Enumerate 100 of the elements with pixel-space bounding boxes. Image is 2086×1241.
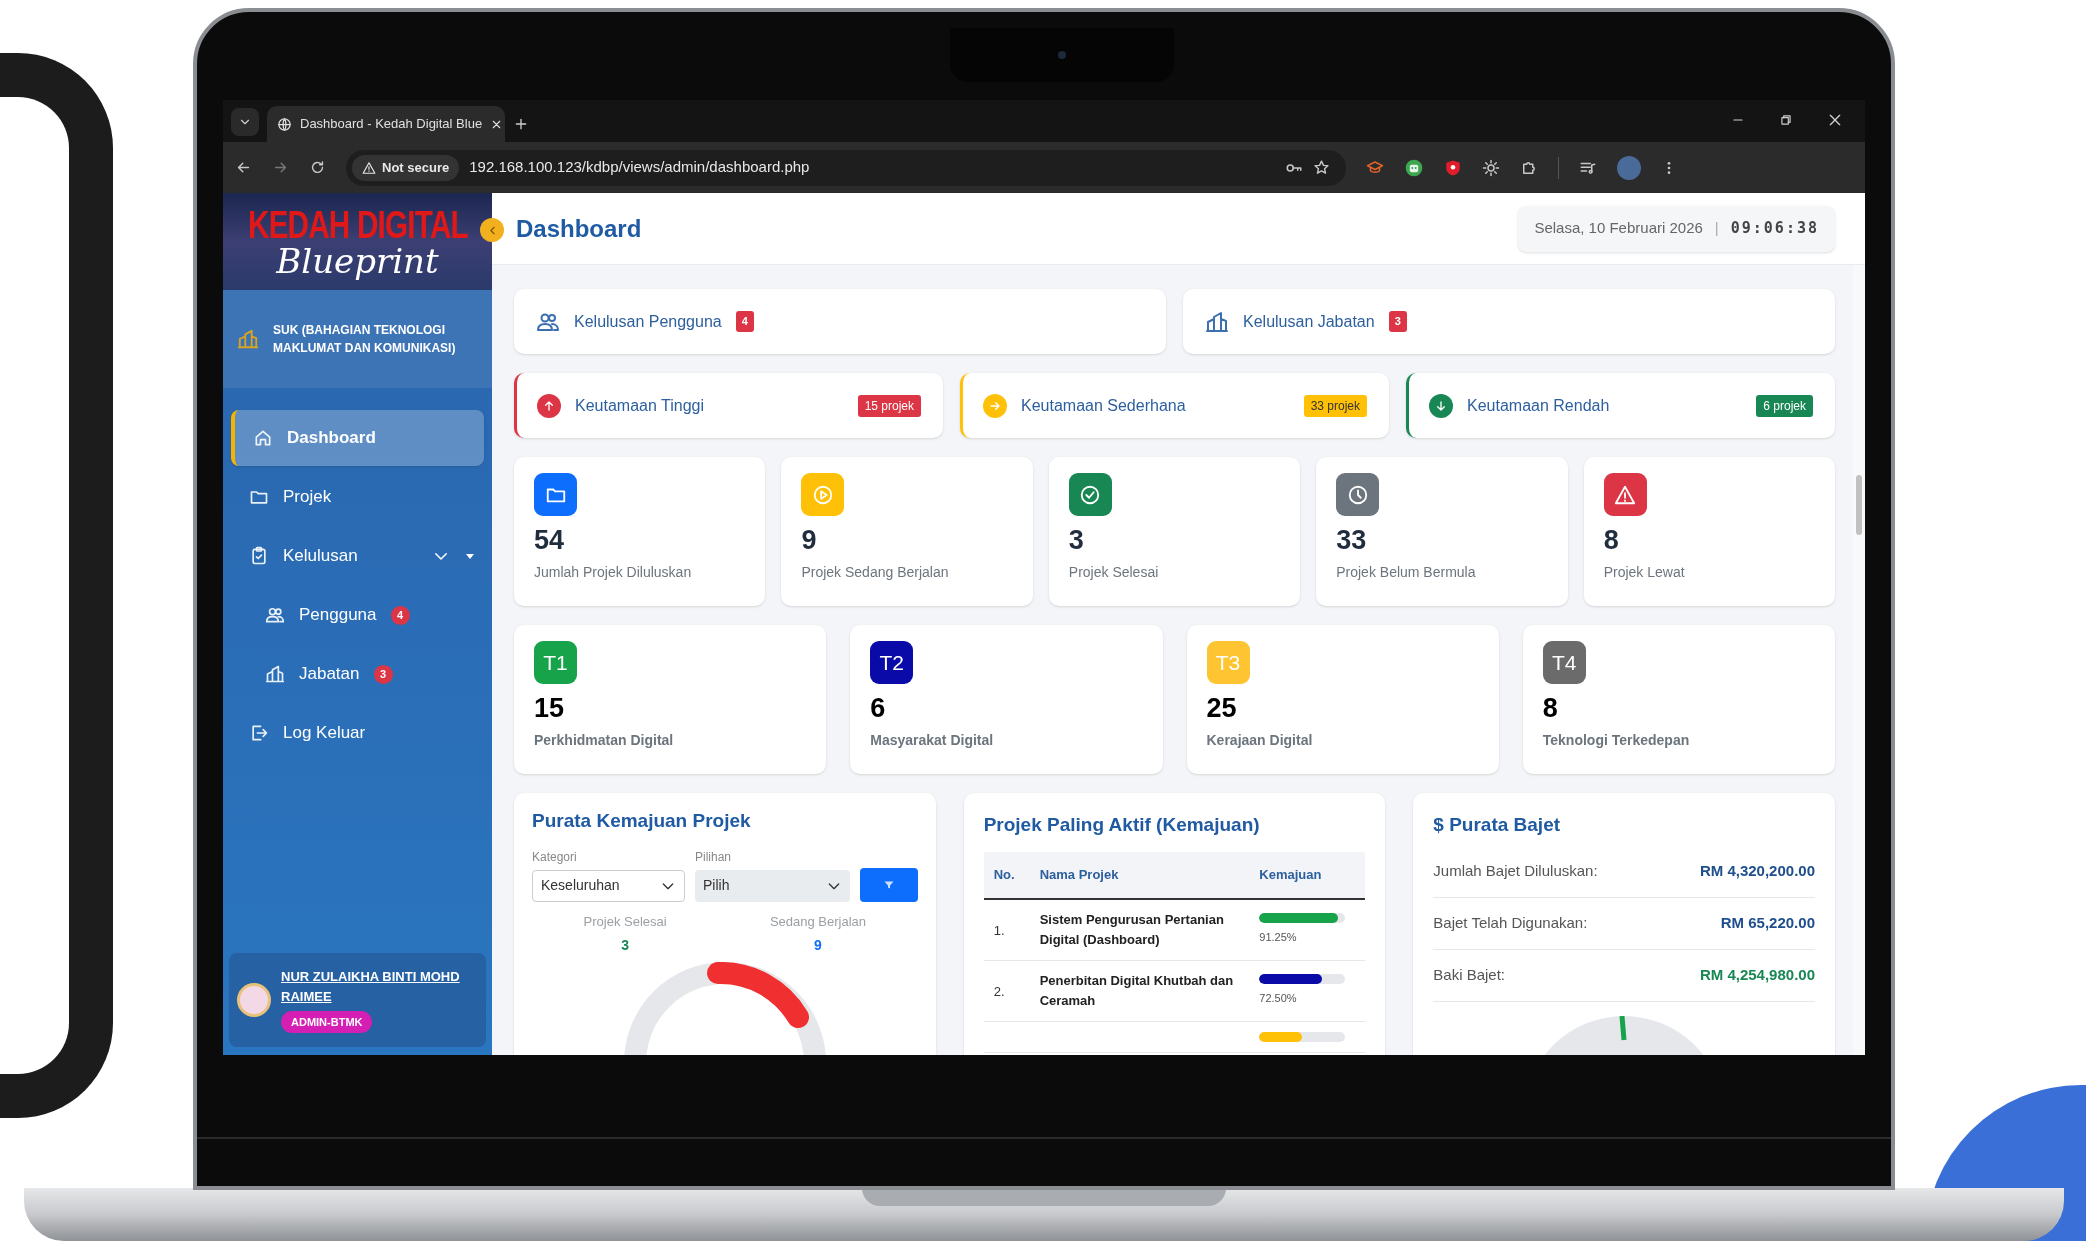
department-name: SUK (BAHAGIAN TEKNOLOGI MAKLUMAT DAN KOMUNIKASI) [273,322,457,357]
separator: | [1714,218,1719,239]
count-badge: 6 projek [1756,394,1813,417]
building-icon [265,664,285,684]
clipboard-icon [249,546,269,566]
card-title: Keutamaan Sederhana [1021,395,1186,416]
shield-icon[interactable] [1444,158,1462,177]
reload-icon[interactable] [309,159,326,176]
stat-value: 8 [1603,524,1620,557]
panel-title: Projek Paling Aktif (Kemajuan) [983,813,1261,837]
field-label: Kategori [532,848,578,866]
card-title: Kelulusan Jabatan [1243,311,1375,332]
column-header: No. [993,865,1016,884]
budget-value: RM 4,254,980.00 [1699,964,1815,985]
globe-icon [277,116,292,132]
user-card[interactable]: NUR ZULAIKHA BINTI MOHD RAIMEE ADMIN-BTMK [229,953,486,1047]
panel-title: Purata Kemajuan Projek [532,809,752,833]
building-icon [1205,309,1229,334]
card-title: Keutamaan Tinggi [575,395,704,416]
priority-card[interactable]: Keutamaan Sederhana 33 projek [960,373,1389,438]
budget-value: RM 4,320,200.00 [1699,860,1815,881]
count-badge: 4 [390,605,410,625]
card-title: Kelulusan Pengguna [574,311,722,332]
summary-label: Projek Selesai [583,912,667,931]
budget-label: Bajet Telah Digunakan: [1433,912,1588,933]
budget-label: Jumlah Bajet Diluluskan: [1433,860,1598,881]
option-select[interactable]: Pilih [695,869,850,902]
theme-value: 15 [534,692,566,725]
panel-title: $ Purata Bajet [1433,813,1562,837]
caret-icon [466,553,474,559]
theme-value: 6 [870,692,887,725]
warning-icon [362,160,376,175]
nav-item[interactable]: Dashboard [231,410,484,466]
nav-item[interactable]: Projek [231,469,484,525]
url-text: 192.168.100.123/kdbp/views/admin/dashboard.php [469,157,810,178]
count-badge: 3 [1388,311,1407,332]
date-text: Selasa, 10 Februari 2026 [1534,218,1703,239]
theme-code: T3 [1206,641,1250,684]
restore-icon[interactable] [1779,113,1793,127]
table-cell: 2. [993,983,1005,999]
theme-value: 8 [1542,692,1559,725]
approval-card[interactable]: Kelulusan Pengguna 4 [514,289,1166,354]
theme-label: Masyarakat Digital [870,731,995,750]
table-cell: 1. [993,922,1005,938]
card-title: Keutamaan Rendah [1467,395,1610,416]
nav-item[interactable]: Log Keluar [231,705,484,761]
theme-label: Kerajaan Digital [1206,731,1314,750]
stat-label: Projek Lewat [1603,563,1686,582]
profile-avatar[interactable] [1617,155,1641,180]
logout-icon [249,723,269,743]
filter-button[interactable] [860,867,918,902]
stat-label: Projek Belum Bermula [1336,563,1477,582]
time-text: 09:06:38 [1730,218,1819,240]
robot-icon[interactable] [1404,157,1424,178]
field-label: Pilihan [695,848,733,866]
theme-label: Perkhidmatan Digital [534,731,675,750]
stat-value: 9 [801,524,818,557]
security-chip[interactable]: Not secure [352,154,460,181]
browser-tab[interactable]: Dashboard - Kedah Digital Blue [267,106,505,142]
summary-value: 9 [814,936,822,955]
approval-card[interactable]: Kelulusan Jabatan 3 [1183,289,1835,354]
stat-label: Projek Selesai [1068,563,1160,582]
users-icon [265,605,285,625]
count-badge: 15 projek [857,394,921,417]
logo-title: KEDAH DIGITAL [247,204,468,245]
sun-icon[interactable] [1482,158,1500,177]
budget-value: RM 65,220.00 [1720,912,1815,933]
summary-value: 3 [621,936,630,955]
priority-card[interactable]: Keutamaan Tinggi 15 projek [514,373,943,438]
stat-value: 33 [1336,524,1368,557]
theme-code: T1 [534,641,577,684]
theme-value: 25 [1206,692,1238,725]
count-badge: 3 [373,664,393,684]
stat-value: 3 [1068,524,1085,557]
category-select[interactable]: Keseluruhan [532,869,685,902]
nav-item[interactable]: Jabatan 3 [231,646,484,702]
budget-label: Baki Bajet: [1433,964,1506,985]
summary-label: Sedang Berjalan [769,912,867,931]
arrow-down-icon [1429,393,1453,418]
column-header: Kemajuan [1259,865,1323,884]
theme-code: T2 [870,641,914,684]
new-tab-icon[interactable] [513,116,529,132]
user-name-link[interactable]: NUR ZULAIKHA BINTI MOHD RAIMEE [281,966,478,1007]
project-name[interactable]: Penerbitan Digital Khutbah dan Ceramah [1039,970,1250,1011]
avatar [237,983,271,1017]
stat-label: Jumlah Projek Diluluskan [534,563,693,582]
page-title: Dashboard [516,213,642,244]
building-icon [237,328,259,350]
close-icon[interactable] [1827,112,1843,128]
column-header: Nama Projek [1039,865,1120,884]
project-name[interactable]: Sistem Pengurusan Pertanian Digital (Dashboard) [1039,909,1250,950]
nav-item[interactable]: Kelulusan [231,528,484,584]
nav-item[interactable]: Pengguna 4 [231,587,484,643]
priority-card[interactable]: Keutamaan Rendah 6 projek [1406,373,1835,438]
role-badge: ADMIN-BTMK [281,1010,373,1034]
home-icon [253,428,273,448]
url-field[interactable]: Not secure 192.168.100.123/kdbp/views/admin/dashboard.php [346,149,1346,186]
theme-label: Teknologi Terkedepan [1542,731,1691,750]
arrow-right-icon [983,393,1007,418]
star-icon[interactable] [1313,159,1330,176]
